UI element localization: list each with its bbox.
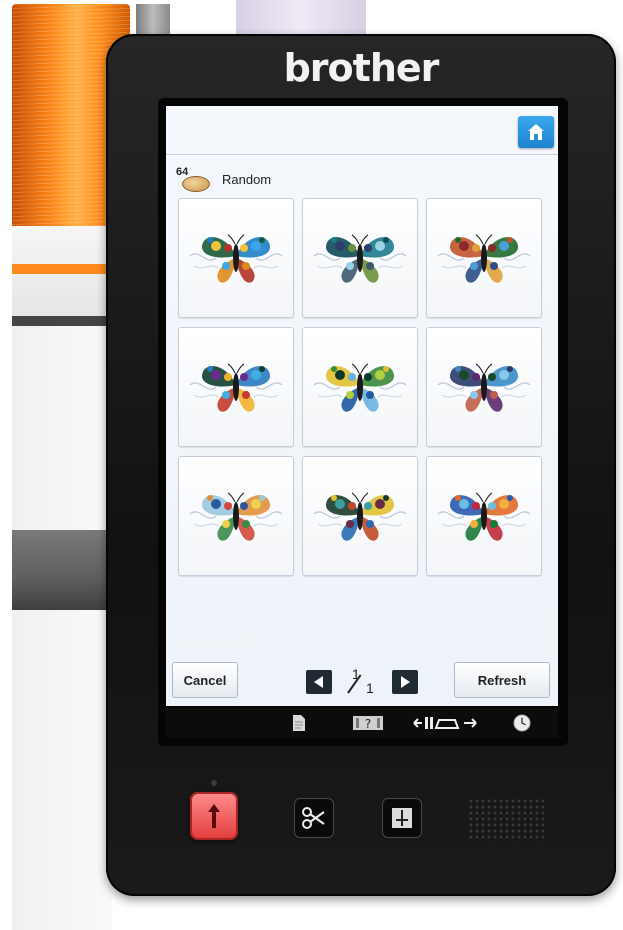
butterfly-pattern-icon bbox=[437, 363, 531, 412]
pattern-thumbnail[interactable] bbox=[426, 327, 542, 447]
butterfly-pattern-icon bbox=[189, 492, 283, 541]
refresh-button[interactable]: Refresh bbox=[454, 662, 550, 698]
help-icon[interactable]: ? bbox=[352, 714, 384, 732]
lcd-screen: 64 Random Cancel 1 1 Refresh bbox=[166, 106, 558, 706]
machine-body bbox=[12, 326, 112, 930]
presser-foot-icon[interactable] bbox=[412, 714, 482, 732]
dark-band bbox=[12, 316, 116, 326]
triangle-right-icon bbox=[401, 676, 410, 688]
triangle-left-icon bbox=[314, 676, 323, 688]
pattern-thumbnail[interactable] bbox=[178, 327, 294, 447]
pattern-thumbnail[interactable] bbox=[302, 456, 418, 576]
butterfly-pattern-icon bbox=[313, 492, 407, 541]
page-indicator: 1 1 bbox=[342, 666, 382, 700]
svg-text:?: ? bbox=[365, 717, 371, 731]
status-bar: ? bbox=[166, 708, 558, 738]
butterfly-pattern-icon bbox=[313, 234, 407, 283]
pattern-thumbnail[interactable] bbox=[302, 327, 418, 447]
needle-position-icon bbox=[392, 808, 412, 828]
pattern-thumbnail[interactable] bbox=[178, 198, 294, 318]
start-stop-icon bbox=[208, 804, 220, 828]
screen-bezel: 64 Random Cancel 1 1 Refresh ? bbox=[158, 98, 568, 746]
butterfly-pattern-icon bbox=[313, 363, 407, 412]
start-stop-button[interactable] bbox=[190, 792, 238, 840]
home-button[interactable] bbox=[518, 116, 554, 148]
spool-holder bbox=[12, 226, 116, 326]
mode-label: Random bbox=[222, 172, 272, 187]
pattern-thumbnail[interactable] bbox=[178, 456, 294, 576]
header-divider bbox=[166, 154, 558, 155]
orange-stripe bbox=[12, 264, 116, 274]
machine-arm bbox=[12, 530, 108, 610]
brand-logo: brother bbox=[283, 46, 440, 90]
document-icon[interactable] bbox=[292, 714, 306, 732]
pattern-grid bbox=[178, 198, 542, 580]
pattern-count-badge: 64 bbox=[176, 166, 210, 192]
pattern-thumbnail[interactable] bbox=[426, 198, 542, 318]
speaker-grille bbox=[468, 798, 544, 842]
pattern-count: 64 bbox=[176, 166, 189, 178]
butterfly-pattern-icon bbox=[437, 234, 531, 283]
scissors-icon bbox=[302, 807, 325, 829]
prev-page-button[interactable] bbox=[306, 670, 332, 694]
thread-cutter-button[interactable] bbox=[294, 798, 334, 838]
needle-position-button[interactable] bbox=[382, 798, 422, 838]
footer-bar: Cancel 1 1 Refresh bbox=[166, 662, 558, 702]
pattern-thumbnail[interactable] bbox=[302, 198, 418, 318]
palette-icon bbox=[182, 176, 210, 192]
butterfly-pattern-icon bbox=[189, 363, 283, 412]
clock-icon[interactable] bbox=[512, 714, 532, 732]
butterfly-pattern-icon bbox=[189, 234, 283, 283]
pattern-thumbnail[interactable] bbox=[426, 456, 542, 576]
next-page-button[interactable] bbox=[392, 670, 418, 694]
cancel-button[interactable]: Cancel bbox=[172, 662, 238, 698]
status-led bbox=[211, 780, 217, 786]
home-icon bbox=[528, 124, 544, 140]
touch-panel-device: brother 64 Random Cancel 1 1 Refresh ? bbox=[106, 34, 616, 896]
butterfly-pattern-icon bbox=[437, 492, 531, 541]
page-total: 1 bbox=[366, 680, 374, 696]
